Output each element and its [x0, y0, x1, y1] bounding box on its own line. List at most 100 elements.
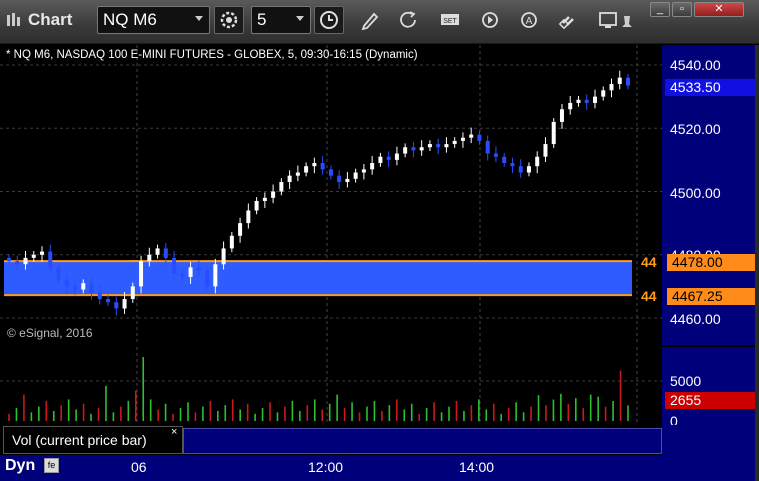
volume-tick-label: 5000: [670, 373, 702, 389]
axis-corner: [662, 425, 755, 481]
candle-body: [337, 175, 342, 183]
last-volume-badge: 2655: [665, 392, 755, 409]
candle-body: [427, 144, 432, 148]
svg-text:SET: SET: [443, 18, 457, 25]
set-icon[interactable]: SET: [438, 9, 462, 31]
symbol-settings-button[interactable]: [214, 6, 244, 34]
link-icon[interactable]: [557, 9, 581, 31]
candle-body: [568, 102, 573, 110]
close-icon[interactable]: ×: [171, 426, 177, 438]
candle-body: [518, 166, 523, 173]
candle-body: [40, 251, 45, 255]
candle-body: [419, 147, 424, 151]
chevron-down-icon: [296, 16, 304, 21]
candle-body: [114, 302, 119, 309]
candle-body: [345, 178, 350, 183]
candle-body: [304, 166, 309, 173]
close-button[interactable]: ✕: [694, 2, 744, 17]
candle-body: [584, 99, 589, 103]
candle-body: [188, 267, 193, 277]
time-tick-label: 12:00: [308, 459, 344, 475]
candle-body: [139, 261, 144, 287]
candle-body: [592, 96, 597, 103]
candle-body: [81, 283, 86, 290]
price-chart[interactable]: [0, 45, 662, 345]
candle-body: [551, 121, 556, 145]
symbol-value: NQ M6: [103, 10, 157, 29]
band-bottom-marker: 44: [641, 288, 657, 304]
time-tick-label: 14:00: [459, 459, 495, 475]
candle-body: [64, 280, 69, 287]
candle-body: [493, 153, 498, 157]
volume-chart[interactable]: [0, 347, 662, 425]
refresh-icon[interactable]: [397, 9, 421, 31]
minimize-button[interactable]: _: [650, 2, 670, 17]
candle-body: [122, 299, 127, 309]
study-tab[interactable]: Vol (current price bar): [3, 426, 183, 454]
interval-settings-button[interactable]: [314, 6, 344, 34]
volume-grid: [0, 347, 662, 425]
alert-icon[interactable]: A: [517, 9, 541, 31]
candle-body: [279, 182, 284, 192]
candle-body: [353, 172, 358, 179]
candle-body: [576, 99, 581, 103]
band-bottom-price-badge: 4467.25: [667, 288, 755, 305]
candle-body: [460, 137, 465, 141]
window-title: Chart: [28, 10, 73, 29]
pencil-icon[interactable]: [358, 9, 382, 31]
symbol-description: * NQ M6, NASDAQ 100 E-MINI FUTURES - GLO…: [6, 49, 418, 61]
candle-body: [626, 77, 630, 86]
interval-dropdown[interactable]: 5: [251, 6, 311, 34]
candle-body: [155, 248, 160, 255]
candle-body: [221, 248, 226, 265]
candle-body: [469, 134, 474, 138]
feed-icon[interactable]: fe: [44, 458, 59, 473]
candle-body: [7, 257, 11, 262]
candle-body: [97, 292, 102, 300]
candle-body: [295, 172, 300, 176]
band-top-marker: 44: [641, 254, 657, 270]
candle-body: [56, 267, 61, 281]
last-price-badge: 4533.50: [665, 79, 755, 96]
candle-body: [31, 254, 36, 258]
price-tick-label: 4540.00: [670, 57, 721, 73]
support-resistance-bands: [4, 260, 632, 297]
candle-body: [386, 156, 391, 160]
clock-icon: [320, 11, 338, 29]
candle-body: [436, 144, 441, 148]
candle-body: [477, 134, 482, 141]
candle-body: [617, 77, 622, 84]
candle-body: [48, 251, 53, 268]
candle-body: [535, 156, 540, 167]
chart-app-icon: [7, 13, 20, 26]
candle-body: [502, 156, 507, 164]
pin-icon[interactable]: [620, 14, 636, 34]
candle-body: [394, 153, 399, 160]
display-icon[interactable]: [596, 9, 620, 31]
candle-body: [328, 169, 333, 176]
candle-body: [361, 169, 366, 173]
interval-value: 5: [257, 10, 267, 29]
candle-body: [271, 191, 276, 198]
candle-body: [411, 147, 416, 151]
candle-body: [370, 163, 375, 170]
candle-body: [163, 248, 168, 258]
candle-body: [609, 83, 614, 91]
candle-body: [213, 264, 218, 287]
restore-button[interactable]: ▫: [672, 2, 692, 17]
candle-body: [526, 166, 531, 173]
candle-body: [196, 267, 201, 271]
price-tick-label: 4500.00: [670, 185, 721, 201]
candle-body: [73, 286, 78, 290]
candle-body: [262, 197, 267, 201]
symbol-dropdown[interactable]: NQ M6: [97, 6, 210, 34]
svg-text:A: A: [526, 16, 533, 27]
volume-bars: [8, 357, 629, 421]
candle-body: [510, 163, 515, 167]
play-icon[interactable]: [478, 9, 502, 31]
candle-body: [130, 286, 135, 300]
candle-body: [485, 140, 490, 154]
candle-body: [403, 147, 408, 154]
candle-body: [559, 109, 564, 122]
band-fill: [4, 261, 138, 296]
